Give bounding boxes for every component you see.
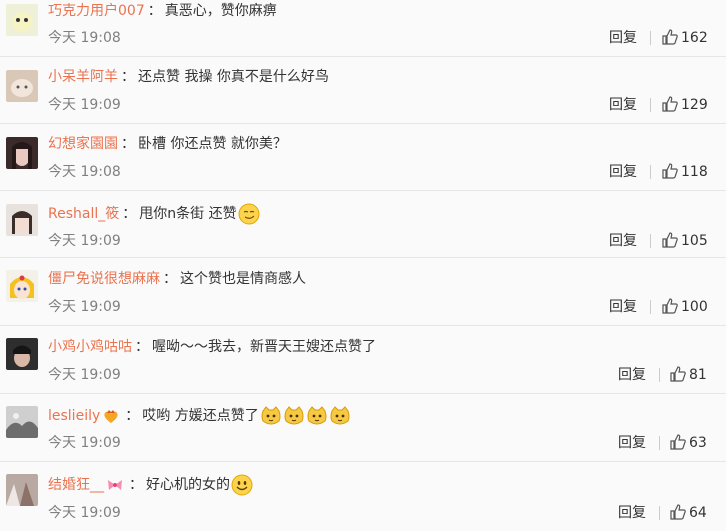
comment-text: 还点赞 我操 你真不是什么好鸟 [138,69,329,85]
reply-button[interactable]: 回复 [609,232,637,250]
like-count: 105 [681,233,708,249]
like-button[interactable]: 105 [662,232,708,250]
avatar[interactable] [6,137,38,169]
smirk-emoji-icon [238,203,260,225]
comment-item: 小呆羊阿羊：还点赞 我操 你真不是什么好鸟 今天 19:09 回复 129 [0,57,726,124]
thumbs-up-icon [670,434,686,450]
like-button[interactable]: 63 [670,434,707,452]
thumbs-up-icon [670,504,686,520]
comment-time: 今天 19:09 [48,233,121,249]
username[interactable]: 小呆羊阿羊 [48,69,118,85]
thumbs-up-icon [662,298,678,314]
thumbs-up-icon [662,29,678,45]
divider [650,234,651,248]
like-button[interactable]: 162 [662,29,708,47]
comment-text: 喔呦～～我去，新晋天王嫂还点赞了 [152,339,376,355]
like-count: 129 [681,97,708,113]
cat-emoji-icon [330,406,350,425]
divider [650,300,651,314]
comment-time: 今天 19:09 [48,299,121,315]
comment-time: 今天 19:09 [48,367,121,383]
ribbon-icon [108,480,122,490]
username[interactable]: 巧克力用户007 [48,3,145,19]
cat-emoji-icon [261,406,281,425]
avatar[interactable] [6,204,38,236]
comment-item: leslieily ：哎哟 方媛还点赞了 今天 19:09 回复 63 [0,394,726,462]
comment-time: 今天 19:08 [48,164,121,180]
reply-button[interactable]: 回复 [609,163,637,181]
comment-item: Reshall_筱：甩你n条街 还赞 今天 19:09 回复 105 [0,191,726,258]
like-count: 63 [689,435,707,451]
username[interactable]: 幻想家園園 [48,136,118,152]
avatar[interactable] [6,70,38,102]
separator: ： [122,206,137,222]
comment-time: 今天 19:08 [48,30,121,46]
username[interactable]: Reshall_筱 [48,206,119,222]
separator: ： [121,136,135,152]
like-button[interactable]: 100 [662,298,708,316]
avatar[interactable] [6,4,38,36]
comment-text: 真恶心，赞你麻痹 [164,3,277,19]
thumbs-up-icon [662,96,678,112]
like-button[interactable]: 118 [662,163,708,181]
thumbs-up-icon [662,232,678,248]
username[interactable]: 结婚狂__ [48,477,104,493]
comment-item: 幻想家園園：卧槽 你还点赞 就你美？ 今天 19:08 回复 118 [0,124,726,191]
comment-time: 今天 19:09 [48,435,121,451]
reply-button[interactable]: 回复 [609,96,637,114]
reply-button[interactable]: 回复 [609,298,637,316]
avatar[interactable] [6,270,38,302]
comment-item: 巧克力用户007：真恶心，赞你麻痹 今天 19:08 回复 162 [0,0,726,57]
username[interactable]: 小鸡小鸡咕咕 [48,339,132,355]
reply-button[interactable]: 回复 [618,504,646,522]
like-button[interactable]: 129 [662,96,708,114]
separator: ： [163,271,177,287]
comment-text: 哎哟 方媛还点赞了 [142,408,259,424]
comment-text: 甩你n条街 还赞 [139,206,237,222]
comment-time: 今天 19:09 [48,505,121,521]
comment-text: 好心机的女的 [146,477,230,493]
like-button[interactable]: 64 [670,504,707,522]
like-count: 162 [681,30,708,46]
divider [659,506,660,520]
avatar[interactable] [6,474,38,506]
divider [659,368,660,382]
username[interactable]: leslieily [48,408,100,424]
like-button[interactable]: 81 [670,366,707,384]
like-count: 118 [681,164,708,180]
comment-item: 小鸡小鸡咕咕：喔呦～～我去，新晋天王嫂还点赞了 今天 19:09 回复 81 [0,326,726,394]
comment-item: 结婚狂__ ：好心机的女的 今天 19:09 回复 64 [0,462,726,531]
separator: ： [147,3,162,19]
divider [650,98,651,112]
separator: ： [135,339,149,355]
comment-time: 今天 19:09 [48,97,121,113]
comment-list: 巧克力用户007：真恶心，赞你麻痹 今天 19:08 回复 162 小呆羊阿羊：… [0,0,726,531]
comment-text: 卧槽 你还点赞 就你美？ [138,136,287,152]
separator: ： [121,69,135,85]
cat-emoji-icon [307,406,327,425]
like-count: 100 [681,299,708,315]
thumbs-up-icon [670,366,686,382]
comment-item: 僵尸免说很想麻麻：这个赞也是情商感人 今天 19:09 回复 100 [0,258,726,326]
username[interactable]: 僵尸免说很想麻麻 [48,271,160,287]
cat-emoji-icon [284,406,304,425]
reply-button[interactable]: 回复 [618,434,646,452]
separator: ： [125,408,140,424]
crown-heart-icon [104,410,118,423]
smile-emoji-icon [231,474,253,496]
avatar[interactable] [6,338,38,370]
thumbs-up-icon [662,163,678,179]
separator: ： [129,477,143,493]
like-count: 81 [689,367,707,383]
divider [650,31,651,45]
comment-text: 这个赞也是情商感人 [180,271,306,287]
reply-button[interactable]: 回复 [609,29,637,47]
reply-button[interactable]: 回复 [618,366,646,384]
like-count: 64 [689,505,707,521]
divider [650,165,651,179]
avatar[interactable] [6,406,38,438]
divider [659,436,660,450]
